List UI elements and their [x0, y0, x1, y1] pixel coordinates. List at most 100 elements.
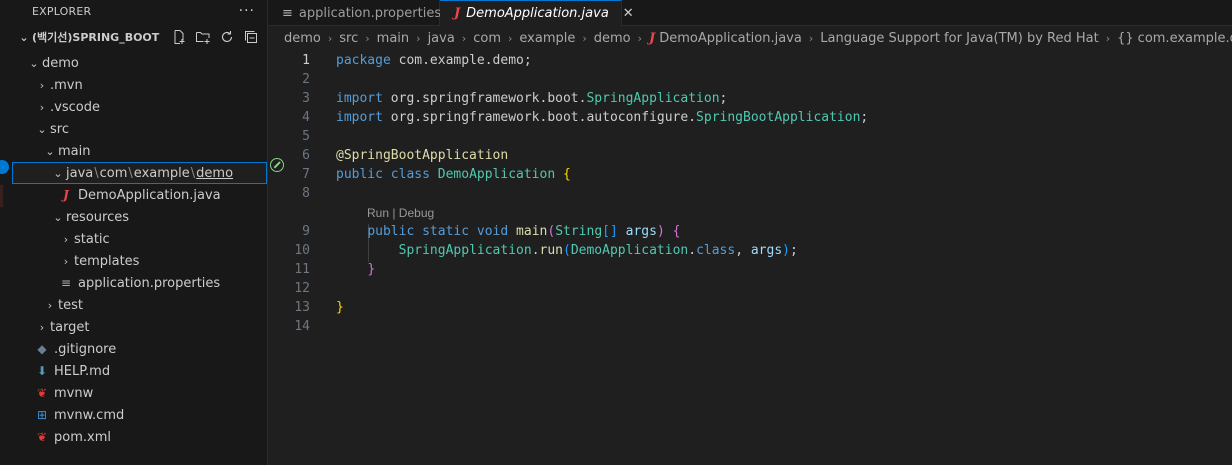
- package-segment-com: com: [99, 165, 128, 181]
- code-token: SpringApplication: [586, 91, 720, 106]
- code-token: args: [625, 224, 657, 239]
- tree-folder-demo[interactable]: ⌄ demo: [12, 52, 267, 74]
- code-line-3[interactable]: 3 import org.springframework.boot. Spring…: [268, 89, 1232, 108]
- tree-folder-templates[interactable]: › templates: [12, 250, 267, 272]
- tree-label: resources: [66, 209, 130, 225]
- workspace-root[interactable]: ⌄ (백기선)SPRING_BOOT: [12, 22, 267, 52]
- tree-file-demo-application[interactable]: J DemoApplication.java: [12, 184, 267, 206]
- code-token: class: [390, 167, 430, 182]
- code-line-7[interactable]: 7 public class DemoApplication {: [268, 165, 1232, 184]
- tab-label: DemoApplication.java: [466, 6, 609, 21]
- notification-dot[interactable]: [0, 160, 9, 174]
- tree-folder-static[interactable]: › static: [12, 228, 267, 250]
- code-line-11[interactable]: 11 }: [268, 260, 1232, 279]
- code-token: ,: [735, 243, 751, 258]
- line-number: 10: [294, 243, 310, 258]
- editor-tabs: ≡ application.properties J DemoApplicati…: [268, 0, 1232, 26]
- breadcrumb-item[interactable]: src: [339, 31, 358, 46]
- tree-label: pom.xml: [54, 429, 111, 445]
- breadcrumb-item[interactable]: com: [473, 31, 501, 46]
- code-token: }: [367, 262, 376, 277]
- java-file-icon: J: [63, 188, 69, 202]
- code-token: (: [563, 243, 571, 258]
- tree-label: main: [58, 143, 91, 159]
- breadcrumb-symbol[interactable]: com.example.demo: [1138, 31, 1232, 46]
- tab-application-properties[interactable]: ≡ application.properties: [268, 0, 441, 26]
- code-token: static: [422, 224, 470, 239]
- tree-label: .gitignore: [54, 341, 117, 357]
- java-file-icon: J: [454, 6, 461, 21]
- code-token: org.springframework.boot.: [382, 91, 587, 106]
- tree-folder-target[interactable]: › target: [12, 316, 267, 338]
- code-token: DemoApplication: [437, 167, 556, 182]
- code-line-1[interactable]: 1 package com.example.demo;: [268, 51, 1232, 70]
- breadcrumb-item[interactable]: main: [377, 31, 409, 46]
- tree-folder-resources[interactable]: ⌄ resources: [12, 206, 267, 228]
- code-token: String: [555, 224, 603, 239]
- tree-label: mvnw: [54, 385, 94, 401]
- tree-folder-mvn[interactable]: › .mvn: [12, 74, 267, 96]
- code-editor[interactable]: 1 package com.example.demo; 2 3 import o…: [268, 51, 1232, 336]
- code-line-4[interactable]: 4 import org.springframework.boot.autoco…: [268, 108, 1232, 127]
- package-segment-demo: demo: [196, 165, 234, 181]
- code-line-12[interactable]: 12: [268, 279, 1232, 298]
- breadcrumb-item[interactable]: demo: [284, 31, 321, 46]
- breadcrumb-item[interactable]: demo: [594, 31, 631, 46]
- breadcrumb-item[interactable]: example: [519, 31, 575, 46]
- tree-file-mvnw[interactable]: ❦ mvnw: [12, 382, 267, 404]
- tree-label: HELP.md: [54, 363, 111, 379]
- tree-file-gitignore[interactable]: ◆ .gitignore: [12, 338, 267, 360]
- breadcrumb-language-server[interactable]: Language Support for Java(TM) by Red Hat: [820, 31, 1098, 46]
- package-segment-java: java: [66, 165, 94, 181]
- tree-file-help[interactable]: ⬇ HELP.md: [12, 360, 267, 382]
- code-token: org.springframework.boot.autoconfigure.: [382, 110, 697, 125]
- code-line-14[interactable]: 14: [268, 317, 1232, 336]
- code-token: (: [547, 224, 556, 239]
- code-line-13[interactable]: 13 }: [268, 298, 1232, 317]
- code-token: args: [750, 243, 783, 258]
- code-token: run: [539, 243, 563, 258]
- tab-demo-application[interactable]: J DemoApplication.java ✕: [440, 0, 634, 26]
- tree-folder-java-package[interactable]: ⌄ java \ com \ example \ demo: [12, 162, 267, 184]
- code-token: ;: [860, 110, 869, 125]
- java-file-icon: J: [649, 30, 656, 46]
- line-number: 8: [302, 186, 310, 201]
- codelens-run-debug[interactable]: Run | Debug: [268, 203, 1232, 222]
- code-line-9[interactable]: 9 public static void main(String[] args)…: [268, 222, 1232, 241]
- code-token: @SpringBootApplication: [336, 148, 509, 163]
- close-icon[interactable]: ✕: [623, 6, 634, 21]
- chevron-right-icon: ›: [47, 298, 53, 312]
- code-line-6[interactable]: 6 @SpringBootApplication: [268, 146, 1232, 172]
- chevron-down-icon: ⌄: [45, 144, 55, 158]
- code-token: import: [336, 110, 383, 125]
- code-line-8[interactable]: 8: [268, 184, 1232, 203]
- new-file-icon[interactable]: [171, 29, 187, 45]
- tree-file-application-properties[interactable]: ≡ application.properties: [12, 272, 267, 294]
- code-line-5[interactable]: 5: [268, 127, 1232, 146]
- tree-file-pom[interactable]: ❦ pom.xml: [12, 426, 267, 448]
- breadcrumb-item[interactable]: java: [428, 31, 455, 46]
- refresh-icon[interactable]: [219, 29, 235, 45]
- code-line-2[interactable]: 2: [268, 70, 1232, 89]
- maven-feather-icon: ❦: [36, 386, 48, 400]
- tree-label: demo: [42, 55, 79, 71]
- code-line-10[interactable]: 10 SpringApplication. run(DemoApplication…: [268, 241, 1232, 260]
- chevron-right-icon: ›: [416, 31, 421, 45]
- new-folder-icon[interactable]: [195, 29, 211, 45]
- explorer-header: EXPLORER ···: [12, 0, 267, 22]
- tree-folder-vscode[interactable]: › .vscode: [12, 96, 267, 118]
- properties-file-icon: ≡: [282, 5, 293, 21]
- tree-folder-test[interactable]: › test: [12, 294, 267, 316]
- code-token: import: [336, 91, 383, 106]
- properties-file-icon: ≡: [60, 276, 72, 290]
- code-token: main: [516, 224, 548, 239]
- chevron-right-icon: ›: [327, 31, 333, 45]
- breadcrumb-file[interactable]: DemoApplication.java: [659, 31, 802, 46]
- more-actions-icon[interactable]: ···: [239, 3, 255, 19]
- maven-feather-icon: ❦: [36, 430, 48, 444]
- tree-folder-main[interactable]: ⌄ main: [12, 140, 267, 162]
- tree-file-mvnw-cmd[interactable]: ⊞ mvnw.cmd: [12, 404, 267, 426]
- collapse-all-icon[interactable]: [243, 29, 259, 45]
- line-number: 1: [302, 53, 310, 68]
- tree-folder-src[interactable]: ⌄ src: [12, 118, 267, 140]
